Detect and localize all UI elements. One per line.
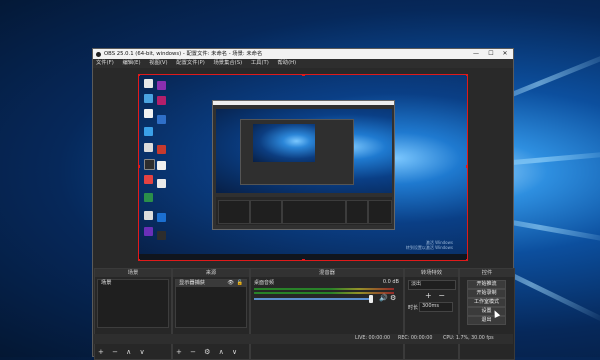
- exit-button[interactable]: 退出: [467, 316, 506, 325]
- source-item[interactable]: 显示器捕获 👁 🔓: [176, 280, 246, 287]
- resize-handle[interactable]: [466, 259, 467, 260]
- resize-handle[interactable]: [466, 165, 467, 168]
- close-button[interactable]: ✕: [498, 49, 512, 59]
- studio-mode-button[interactable]: 工作室模式: [467, 298, 506, 307]
- desktop-icon: [157, 179, 166, 188]
- sources-toolbar[interactable]: + − ⚙ ∧ ∨: [176, 348, 240, 356]
- menu-help[interactable]: 帮助(H): [278, 60, 297, 66]
- transitions-dock: 转场特效 淡出 + − 时长 300ms: [404, 268, 459, 360]
- transitions-dock-title: 转场特效: [405, 269, 458, 277]
- preview-area: 激活 Windows 转到设置以激活 Windows: [93, 68, 513, 268]
- desktop-icon: [157, 81, 166, 90]
- window-title: OBS 25.0.1 (64-bit, windows) - 配置文件: 未命名…: [104, 51, 263, 57]
- nested-obs-window: [212, 100, 395, 230]
- transition-add-remove[interactable]: + −: [425, 291, 447, 300]
- transition-select[interactable]: 淡出: [408, 280, 456, 290]
- desktop-icon: [144, 159, 155, 170]
- resize-handle[interactable]: [139, 165, 140, 168]
- gear-icon[interactable]: ⚙: [390, 294, 396, 302]
- menu-view[interactable]: 视图(V): [149, 60, 167, 66]
- start-recording-button[interactable]: 开始录制: [467, 289, 506, 298]
- menu-profile[interactable]: 配置文件(P): [176, 60, 205, 66]
- maximize-button[interactable]: ☐: [484, 49, 498, 59]
- desktop-icon: [157, 115, 166, 124]
- desktop-icon: [144, 94, 153, 103]
- speaker-icon[interactable]: 🔊: [379, 294, 388, 302]
- controls-dock: 控件 开始推流 开始录制 工作室模式 设置 退出: [459, 268, 515, 360]
- eye-icon[interactable]: 👁: [227, 280, 234, 287]
- menu-scene-collection[interactable]: 场景集合(S): [213, 60, 242, 66]
- sources-list: 显示器捕获 👁 🔓: [175, 279, 247, 328]
- duration-label: 时长: [408, 305, 419, 311]
- volume-slider-handle[interactable]: [369, 295, 373, 303]
- preview-canvas[interactable]: 激活 Windows 转到设置以激活 Windows: [138, 74, 468, 261]
- volume-slider[interactable]: [254, 298, 372, 300]
- menu-bar: 文件(F) 编辑(E) 视图(V) 配置文件(P) 场景集合(S) 工具(T) …: [93, 59, 513, 68]
- obs-logo-icon: [96, 51, 101, 57]
- menu-edit[interactable]: 编辑(E): [122, 60, 140, 66]
- status-live: LIVE: 00:00:00: [355, 336, 391, 341]
- mixer-track-label: 桌面音频: [254, 280, 275, 286]
- desktop-icon: [144, 211, 153, 220]
- controls-dock-title: 控件: [460, 269, 514, 277]
- desktop-icon: [144, 143, 153, 152]
- resize-handle[interactable]: [466, 75, 467, 76]
- activate-windows-watermark: 激活 Windows 转到设置以激活 Windows: [405, 240, 453, 250]
- scenes-list: 场景: [97, 279, 169, 328]
- desktop-icon: [144, 193, 153, 202]
- status-bar: LIVE: 00:00:00 REC: 00:00:00 CPU: 1.7%, …: [93, 334, 513, 344]
- volume-meter: [254, 292, 394, 294]
- menu-file[interactable]: 文件(F): [96, 60, 114, 66]
- mixer-track-value: 0.0 dB: [382, 279, 399, 285]
- resize-handle[interactable]: [302, 259, 305, 260]
- resize-handle[interactable]: [139, 259, 140, 260]
- duration-input[interactable]: 300ms: [419, 302, 453, 312]
- status-rec: REC: 00:00:00: [398, 336, 433, 341]
- start-streaming-button[interactable]: 开始推流: [467, 280, 506, 289]
- desktop-icon: [144, 79, 153, 88]
- desktop-icon: [157, 213, 166, 222]
- scenes-dock-title: 场景: [95, 269, 171, 277]
- desktop-icon: [144, 109, 153, 118]
- resize-handle[interactable]: [302, 75, 305, 76]
- scene-item[interactable]: 场景: [98, 280, 168, 287]
- desktop-icon: [157, 96, 166, 105]
- obs-window: OBS 25.0.1 (64-bit, windows) - 配置文件: 未命名…: [92, 48, 515, 360]
- mixer-dock: 混音器 桌面音频 0.0 dB 🔊 ⚙: [250, 268, 404, 360]
- volume-meter: [254, 288, 394, 290]
- minimize-button[interactable]: —: [469, 49, 483, 59]
- mixer-dock-title: 混音器: [251, 269, 403, 277]
- window-titlebar[interactable]: OBS 25.0.1 (64-bit, windows) - 配置文件: 未命名…: [93, 49, 513, 59]
- desktop-icon: [144, 227, 153, 236]
- menu-tools[interactable]: 工具(T): [251, 60, 269, 66]
- scenes-dock: 场景 场景 + − ∧ ∨: [94, 268, 172, 360]
- desktop-icon: [157, 161, 166, 170]
- desktop-icon: [144, 127, 153, 136]
- desktop-icon: [144, 175, 153, 184]
- desktop-icon: [157, 231, 166, 240]
- sources-dock: 来源 显示器捕获 👁 🔓 + − ⚙ ∧ ∨: [172, 268, 250, 360]
- sources-dock-title: 来源: [173, 269, 249, 277]
- status-cpu: CPU: 1.7%, 30.00 fps: [443, 336, 494, 341]
- desktop-icon: [157, 145, 166, 154]
- resize-handle[interactable]: [139, 75, 140, 76]
- lock-icon[interactable]: 🔓: [237, 280, 243, 287]
- nested-obs-window-inner: [240, 119, 354, 185]
- scenes-toolbar[interactable]: + − ∧ ∨: [98, 348, 148, 356]
